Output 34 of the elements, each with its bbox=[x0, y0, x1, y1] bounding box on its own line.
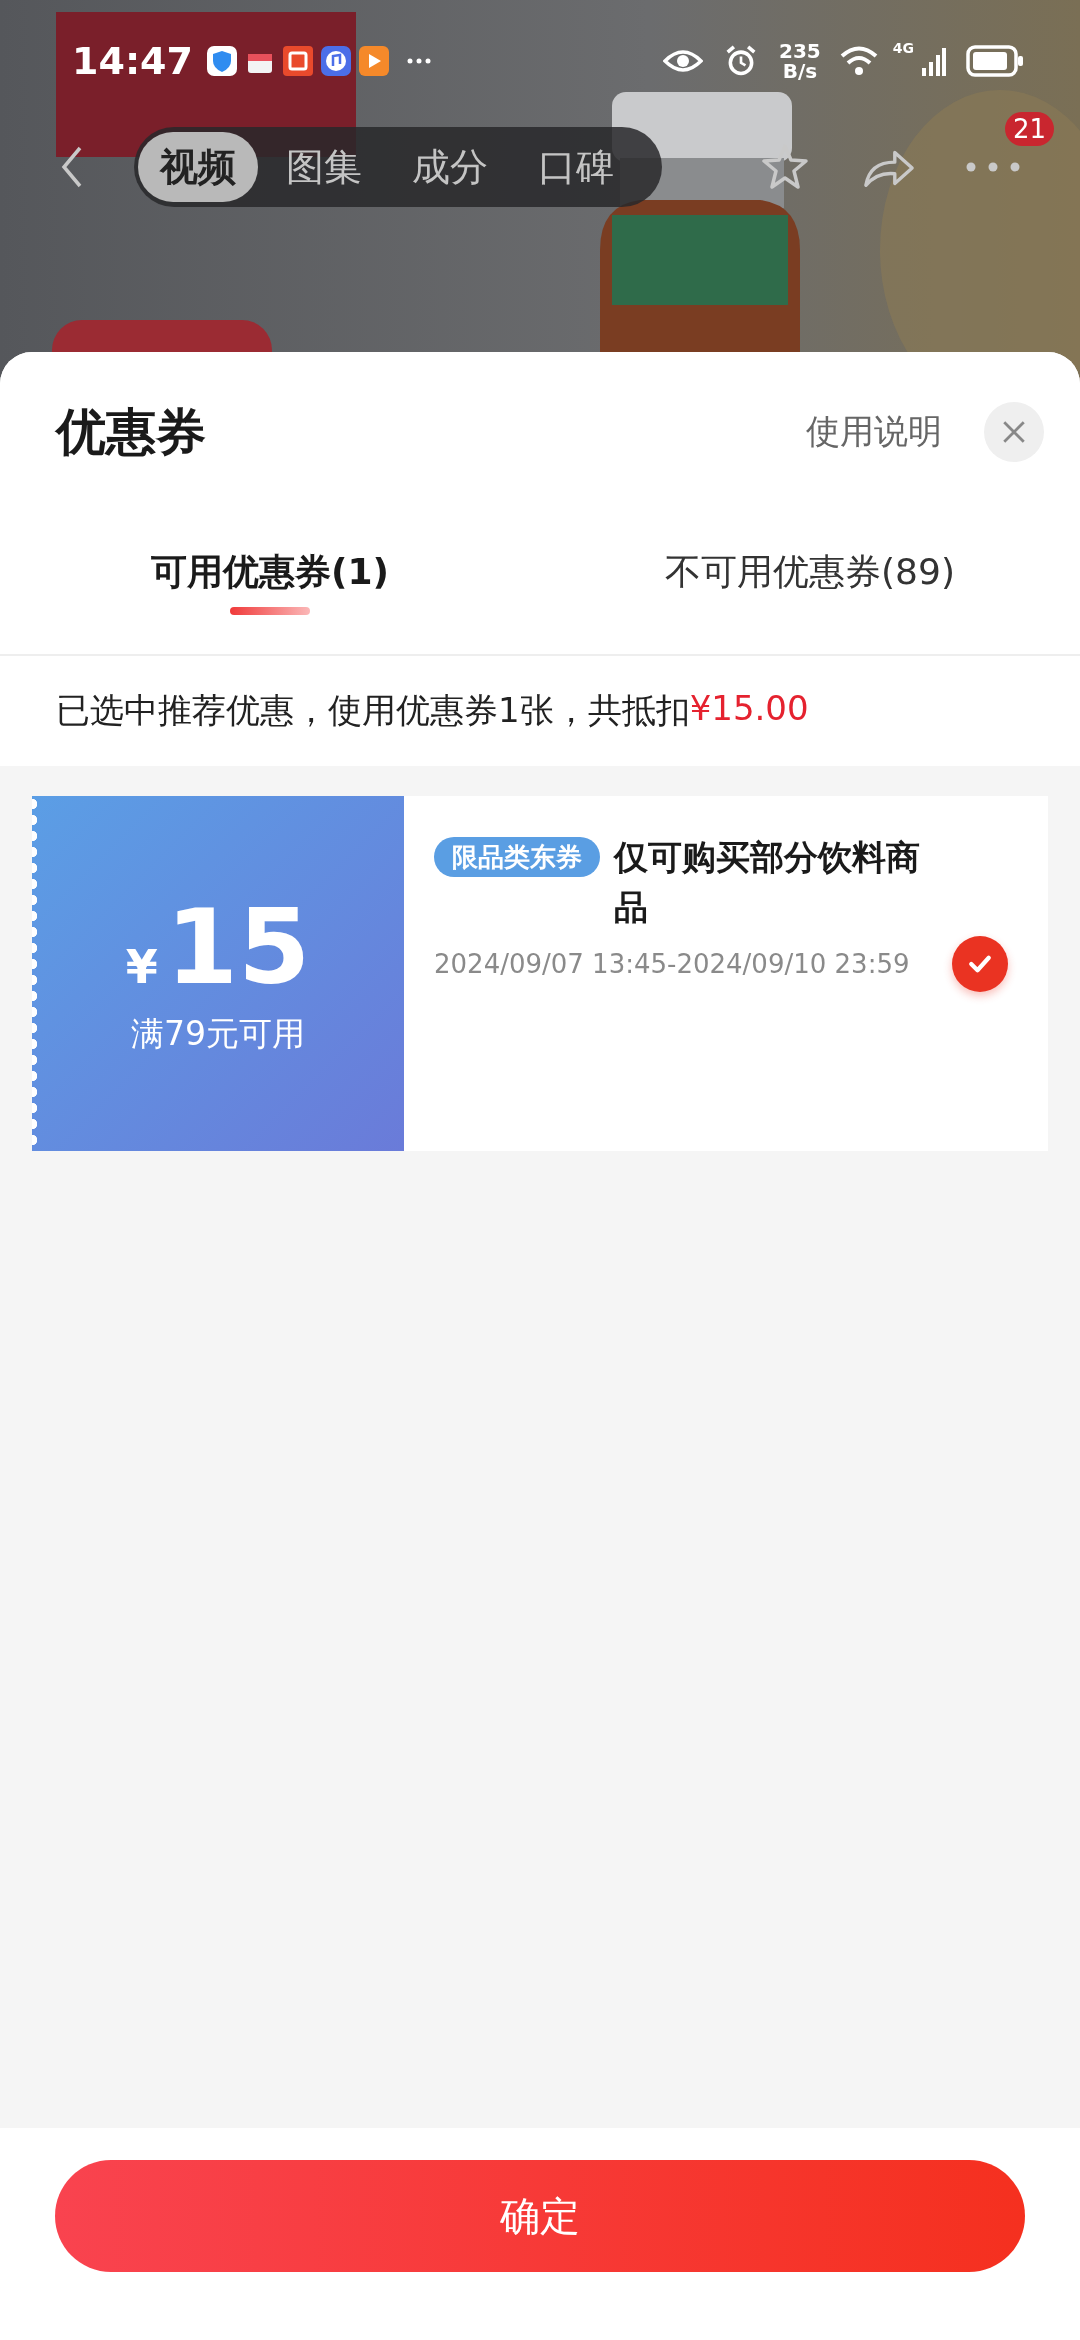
media-tab[interactable]: 口碑 bbox=[516, 132, 636, 202]
network-type: 4G bbox=[892, 40, 914, 56]
instructions-link[interactable]: 使用说明 bbox=[800, 408, 948, 456]
battery-icon bbox=[966, 45, 1024, 77]
confirm-button[interactable]: 确定 bbox=[55, 2160, 1025, 2272]
more-icon[interactable] bbox=[966, 162, 1020, 172]
coupon-condition: 满79元可用 bbox=[131, 1013, 305, 1056]
back-icon[interactable] bbox=[60, 145, 84, 189]
currency-symbol: ¥ bbox=[125, 939, 158, 994]
coupon-tag: 限品类东券 bbox=[434, 837, 600, 877]
sheet-title: 优惠券 bbox=[56, 401, 206, 463]
signal-icon bbox=[922, 46, 946, 76]
coupon-title: 仅可购买部分饮料商品 bbox=[614, 836, 921, 929]
status-time: 14:47 bbox=[72, 39, 193, 83]
coupon-card[interactable]: ¥15 满79元可用 限品类东券 仅可购买部分饮料商品 2024/09/07 13:45-2024/09/10 23:59 bbox=[32, 796, 1048, 1151]
shield-icon bbox=[206, 46, 237, 76]
network-speed-value: 235 bbox=[779, 41, 821, 61]
play-icon bbox=[358, 46, 389, 76]
media-tab[interactable]: 视频 bbox=[138, 132, 258, 202]
media-tab[interactable]: 成分 bbox=[390, 132, 510, 202]
coupon-validity: 2024/09/07 13:45-2024/09/10 23:59 bbox=[434, 949, 911, 979]
coupon-tab[interactable]: 可用优惠券(1) bbox=[151, 548, 389, 597]
summary-text: 已选中推荐优惠，使用优惠券1张，共抵扣 bbox=[56, 689, 690, 732]
more-notifications-icon bbox=[406, 58, 431, 64]
network-speed-unit: B/s bbox=[782, 61, 818, 81]
music-note-icon bbox=[320, 46, 351, 76]
media-tab[interactable]: 图集 bbox=[264, 132, 384, 202]
app-icon bbox=[282, 46, 313, 76]
wifi-icon bbox=[838, 45, 879, 77]
coupon-amount: 15 bbox=[165, 889, 311, 1005]
select-checkbox[interactable] bbox=[952, 936, 1008, 992]
discount-amount: ¥15.00 bbox=[689, 688, 809, 730]
close-icon bbox=[1001, 419, 1027, 445]
coupon-tab[interactable]: 不可用优惠券(89) bbox=[665, 548, 955, 597]
